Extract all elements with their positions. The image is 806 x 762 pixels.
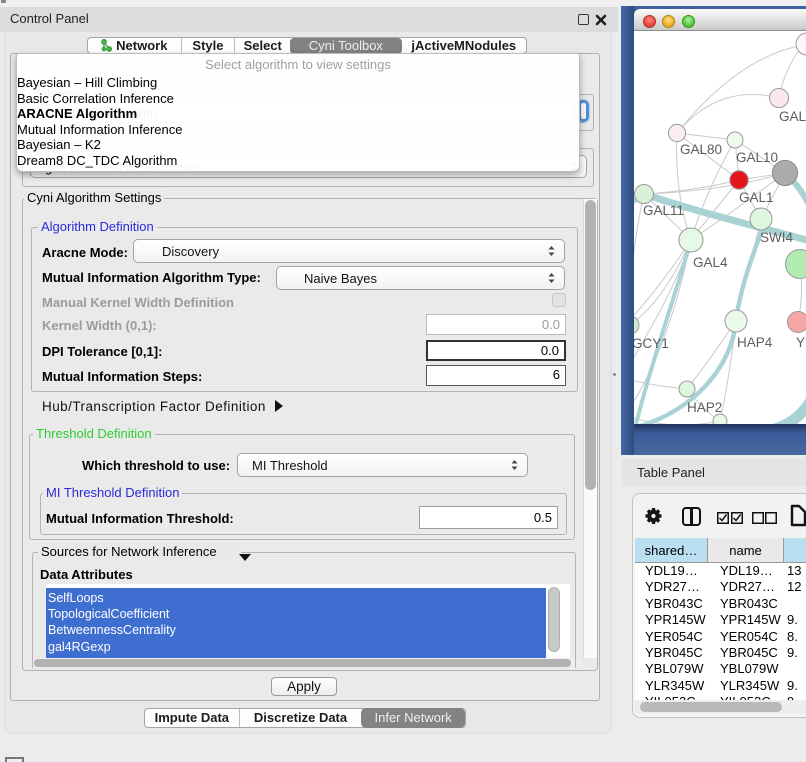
svg-text:GAL80: GAL80	[680, 142, 722, 157]
svg-text:Y: Y	[796, 335, 805, 350]
svg-text:GAL11: GAL11	[643, 203, 684, 218]
svg-text:GCY1: GCY1	[634, 336, 669, 351]
svg-text:GAL1: GAL1	[739, 190, 774, 205]
svg-text:HAP4: HAP4	[737, 335, 773, 350]
svg-text:GAL7: GAL7	[779, 109, 806, 124]
svg-text:HAP2: HAP2	[687, 400, 722, 415]
svg-text:GAL4: GAL4	[693, 255, 728, 270]
svg-text:SWI4: SWI4	[760, 230, 793, 245]
svg-text:GAL10: GAL10	[736, 150, 778, 165]
